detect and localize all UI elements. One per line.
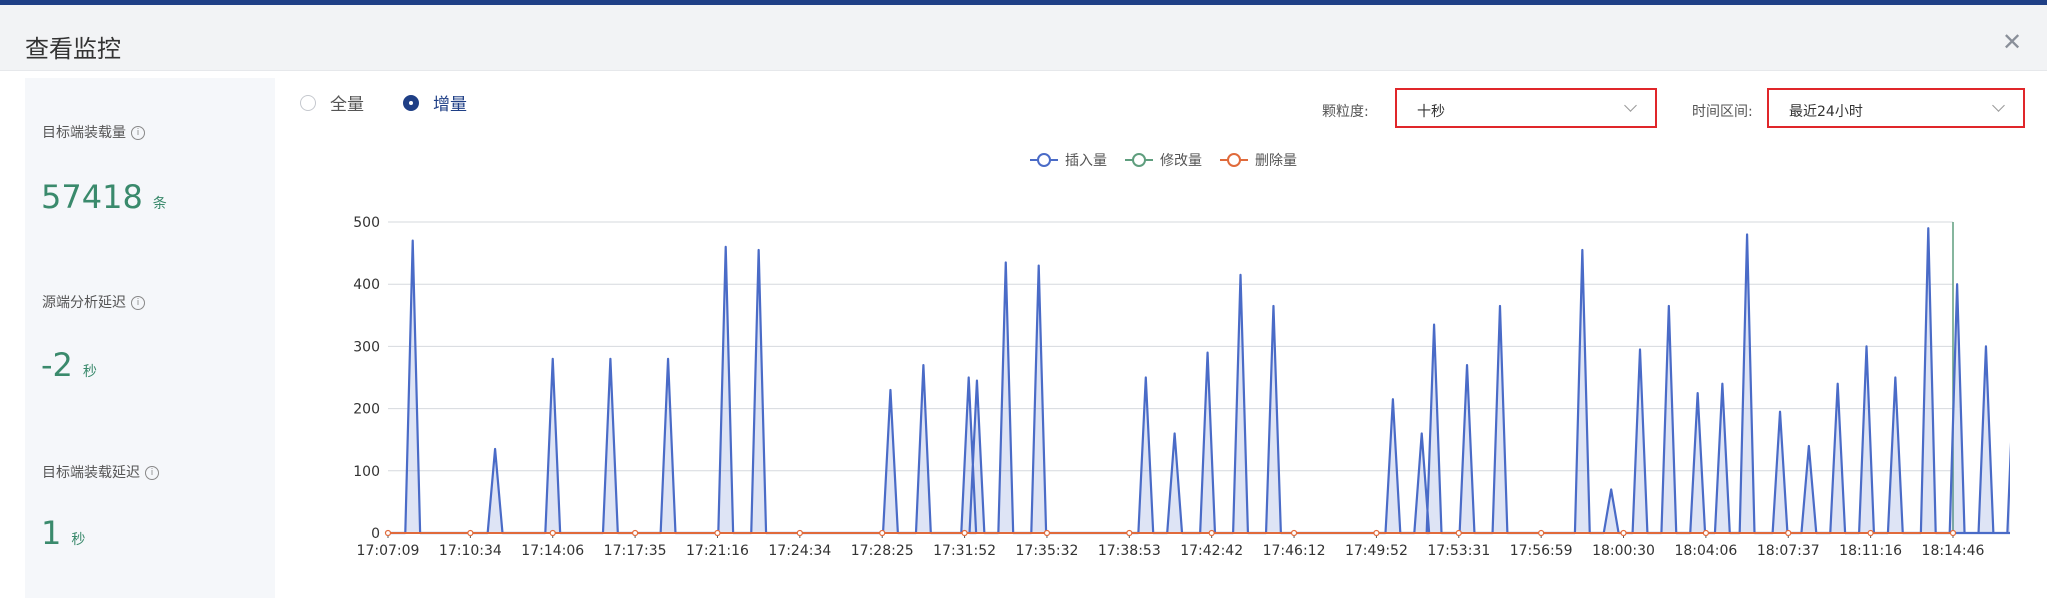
radio-full-label: 全量 (330, 95, 364, 115)
metric-label-text: 目标端装载量 (42, 125, 126, 141)
delete-marker (961, 529, 968, 537)
y-tick-label: 200 (353, 402, 380, 418)
delete-marker (632, 529, 639, 537)
delete-marker (467, 529, 474, 537)
x-tick-label: 18:04:06 (1674, 543, 1737, 559)
y-tick-label: 400 (353, 277, 380, 293)
x-tick-label: 18:07:37 (1757, 543, 1820, 559)
granularity-value: 十秒 (1417, 104, 1445, 120)
dialog-header: 查看监控 ✕ (0, 5, 2047, 71)
metric-unit: 秒 (71, 532, 86, 548)
dialog-title: 查看监控 (25, 35, 121, 63)
insert-area (388, 228, 2010, 533)
info-icon[interactable]: i (131, 296, 145, 310)
radio-circle[interactable] (300, 94, 316, 111)
x-tick-label: 17:46:12 (1263, 543, 1326, 559)
delete-marker (796, 529, 803, 537)
insert-line (388, 227, 2010, 535)
monitor-chart: 插入量 修改量 删除量 0 100 200 300 400 500 17:07:09 17:10:3… (353, 153, 2010, 559)
delete-marker (879, 529, 886, 537)
granularity-label: 颗粒度: (1322, 104, 1369, 120)
x-tick-label: 17:49:52 (1345, 543, 1408, 559)
delete-marker (1290, 529, 1298, 537)
time-range-label: 时间区间: (1692, 104, 1753, 120)
legend-item: 插入量 (1030, 153, 1107, 169)
delete-marker (1126, 529, 1133, 537)
metric-target-delay-value: 1秒 (41, 514, 85, 552)
metric-label-text: 源端分析延迟 (42, 295, 126, 311)
delete-marker (1538, 529, 1545, 537)
metric-label-text: 目标端装载延迟 (42, 465, 140, 481)
metric-number: 57418 (41, 178, 143, 216)
metric-target-delay-label: 目标端装载延迟 i (42, 462, 159, 482)
radio-incremental[interactable]: 增量 (403, 90, 467, 115)
y-tick-label: 300 (353, 339, 380, 355)
x-tick-label: 18:11:16 (1839, 543, 1902, 559)
metric-source-delay-label: 源端分析延迟 i (42, 292, 145, 312)
delete-marker (549, 529, 556, 537)
metric-number: -2 (41, 346, 73, 384)
x-tick-label: 17:24:34 (768, 543, 831, 559)
chevron-down-icon (1624, 99, 1637, 112)
radio-incremental-label: 增量 (433, 95, 467, 115)
legend-label: 删除量 (1255, 153, 1297, 169)
x-tick-label: 17:07:09 (357, 543, 420, 559)
delete-marker (1785, 529, 1792, 537)
x-tick-label: 17:17:35 (604, 543, 667, 559)
info-icon[interactable]: i (145, 466, 159, 480)
legend-item: 删除量 (1220, 153, 1297, 169)
x-tick-label: 17:42:42 (1180, 543, 1243, 559)
y-tick-label: 500 (353, 215, 380, 231)
delete-marker (1043, 529, 1051, 537)
metric-number: 1 (41, 514, 62, 552)
granularity-select[interactable]: 十秒 (1395, 88, 1657, 128)
x-tick-label: 17:56:59 (1510, 543, 1573, 559)
close-icon[interactable]: ✕ (2001, 30, 2023, 54)
metrics-panel: 目标端装载量 i 57418 条 源端分析延迟 i -2 秒 目标端装载延迟 i 1秒 (25, 78, 275, 598)
x-tick-label: 17:10:34 (439, 543, 502, 559)
metric-unit: 条 (152, 196, 167, 212)
delete-marker (1702, 529, 1709, 537)
legend-marker (1227, 153, 1241, 167)
y-tick-label: 100 (353, 464, 380, 480)
y-tick-label: 0 (371, 526, 380, 542)
x-tick-label: 17:38:53 (1098, 543, 1161, 559)
metric-target-load-label: 目标端装载量 i (42, 122, 145, 142)
x-tick-label: 17:35:32 (1016, 543, 1079, 559)
delete-marker (1208, 529, 1215, 537)
legend-label: 修改量 (1160, 153, 1202, 169)
legend-marker (1132, 153, 1146, 167)
info-icon[interactable]: i (131, 126, 145, 140)
delete-marker (384, 529, 392, 537)
x-tick-label: 17:14:06 (521, 543, 584, 559)
x-tick-label: 17:28:25 (851, 543, 914, 559)
legend-marker (1037, 153, 1051, 167)
x-tick-label: 18:00:30 (1592, 543, 1655, 559)
delete-marker (1373, 529, 1380, 537)
delete-marker (1949, 529, 1957, 537)
metric-unit: 秒 (82, 364, 97, 380)
metric-source-delay-value: -2 秒 (41, 346, 97, 384)
delete-marker (1620, 529, 1627, 537)
x-tick-label: 17:53:31 (1427, 543, 1490, 559)
metric-target-load-value: 57418 条 (41, 178, 167, 216)
chevron-down-icon (1992, 99, 2005, 112)
x-tick-label: 17:31:52 (933, 543, 996, 559)
legend-label: 插入量 (1065, 153, 1107, 169)
time-range-value: 最近24小时 (1789, 104, 1863, 120)
radio-circle[interactable] (403, 94, 419, 111)
delete-marker (1867, 529, 1874, 537)
radio-full[interactable]: 全量 (300, 90, 364, 115)
delete-marker (714, 529, 721, 537)
x-tick-label: 18:14:46 (1922, 543, 1985, 559)
legend-item: 修改量 (1125, 153, 1202, 169)
x-tick-label: 17:21:16 (686, 543, 749, 559)
time-range-select[interactable]: 最近24小时 (1767, 88, 2025, 128)
delete-marker (1455, 529, 1462, 537)
